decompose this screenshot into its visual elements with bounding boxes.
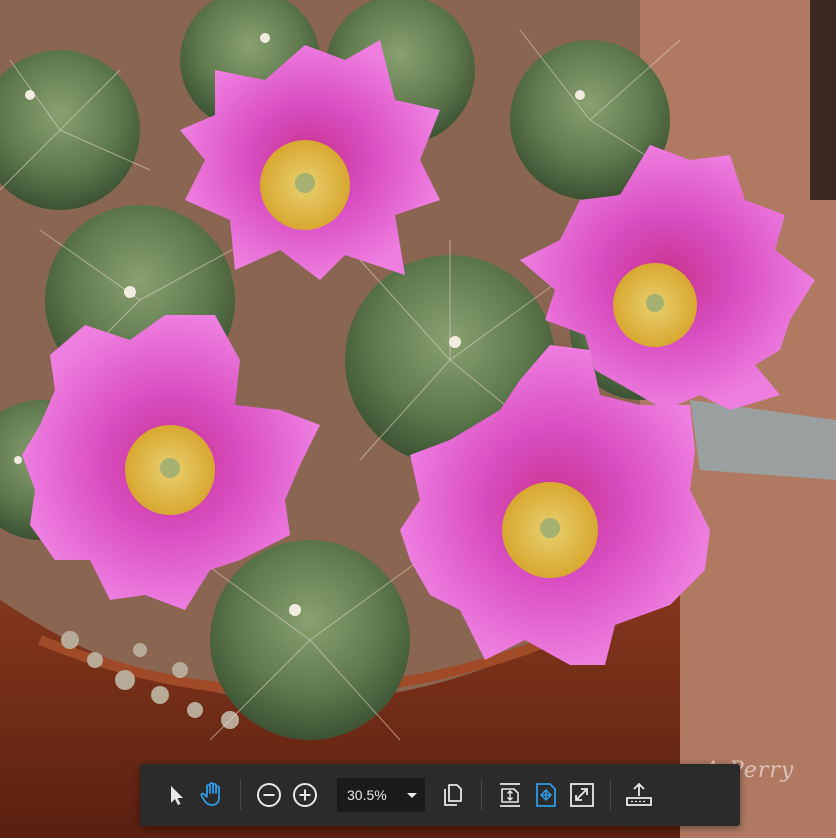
zoom-out-icon <box>257 783 281 807</box>
toolbar-divider <box>481 780 482 810</box>
select-tool-button[interactable] <box>158 777 194 813</box>
hand-pan-icon <box>200 782 220 806</box>
pan-tool-button[interactable] <box>194 777 230 813</box>
zoom-level-select[interactable]: 30.5% <box>337 778 425 812</box>
zoom-level-value: 30.5% <box>347 787 387 803</box>
fullscreen-icon <box>570 783 594 807</box>
fit-height-button[interactable] <box>492 777 528 813</box>
image-viewer[interactable]: A Perry 30.5% <box>0 0 836 838</box>
copy-button[interactable] <box>435 777 471 813</box>
fit-page-icon <box>536 783 556 807</box>
zoom-out-button[interactable] <box>251 777 287 813</box>
upload-button[interactable] <box>621 777 657 813</box>
viewer-toolbar: 30.5% <box>140 764 740 826</box>
cactus-photo <box>0 0 836 838</box>
fullscreen-button[interactable] <box>564 777 600 813</box>
chevron-down-icon <box>407 792 417 798</box>
upload-icon <box>626 782 652 806</box>
toolbar-divider <box>240 780 241 810</box>
copy-icon <box>444 784 462 806</box>
select-arrow-icon <box>171 786 183 805</box>
fit-page-button[interactable] <box>528 777 564 813</box>
fit-height-icon <box>500 783 520 807</box>
zoom-in-icon <box>293 783 317 807</box>
toolbar-divider <box>610 780 611 810</box>
zoom-in-button[interactable] <box>287 777 323 813</box>
